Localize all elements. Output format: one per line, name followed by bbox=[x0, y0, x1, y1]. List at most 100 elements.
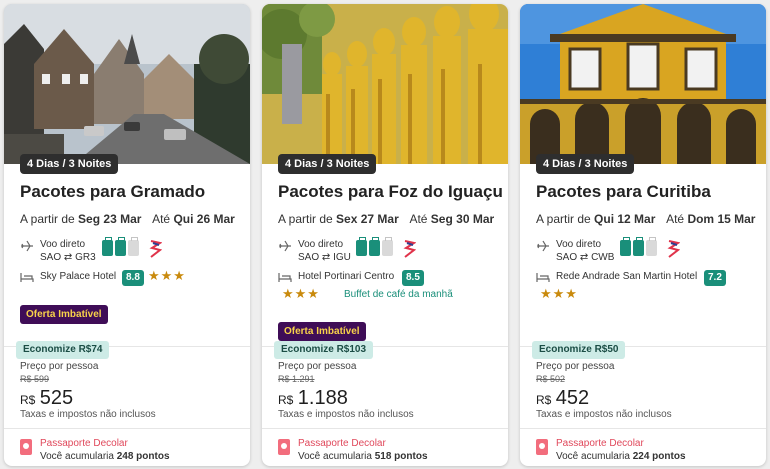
divider bbox=[520, 428, 766, 429]
round-trip-arrows-icon: ⇄ bbox=[321, 252, 331, 263]
route: SAO ⇄ IGU bbox=[298, 251, 351, 264]
plane-icon bbox=[537, 240, 549, 252]
hotel-name[interactable]: Sky Palace Hotel bbox=[40, 271, 116, 282]
origin-code: SAO bbox=[556, 252, 578, 263]
flight-type: Voo direto bbox=[298, 239, 344, 250]
price-label: Preço por pessoa bbox=[278, 361, 357, 372]
destination-code: GR3 bbox=[75, 252, 96, 263]
luggage-icon bbox=[369, 237, 380, 256]
divider bbox=[4, 428, 250, 429]
hotel-stars: ★★★ bbox=[540, 286, 578, 301]
bed-icon bbox=[20, 273, 34, 282]
price-value: 1.188 bbox=[297, 387, 348, 409]
destination-code: CWB bbox=[591, 252, 615, 263]
passport-text: Você acumularia bbox=[298, 451, 372, 462]
card-body: Pacotes para Gramado A partir de Seg 23 … bbox=[20, 182, 238, 324]
round-trip-arrows-icon: ⇄ bbox=[63, 252, 73, 263]
price-value: 452 bbox=[555, 387, 590, 409]
date-range: A partir de Seg 23 Mar Até Qui 26 Mar bbox=[20, 212, 238, 226]
flight-type: Voo direto bbox=[40, 239, 86, 250]
package-title[interactable]: Pacotes para Gramado bbox=[20, 182, 238, 202]
currency: R$ bbox=[20, 393, 36, 407]
passport-title: Passaporte Decolar bbox=[556, 438, 644, 449]
bed-icon bbox=[536, 273, 550, 282]
promo-badge: Oferta Imbatível bbox=[20, 305, 108, 324]
baggage-icons bbox=[356, 237, 393, 258]
flight-info: Voo direto SAO ⇄ CWB bbox=[536, 237, 754, 264]
until-label: Até bbox=[666, 212, 685, 226]
price-label: Preço por pessoa bbox=[536, 361, 615, 372]
luggage-icon bbox=[115, 237, 126, 256]
passport-points: Você acumularia 224 pontos bbox=[556, 451, 686, 462]
route: SAO ⇄ CWB bbox=[556, 251, 614, 264]
package-card-gramado[interactable]: 4 Dias / 3 Noites Pacotes para Gramado A… bbox=[4, 4, 250, 466]
package-card-curitiba[interactable]: 4 Dias / 3 Noites Pacotes para Curitiba … bbox=[520, 4, 766, 466]
luggage-icon bbox=[646, 237, 657, 256]
points-value: 248 pontos bbox=[116, 451, 170, 462]
passport-title: Passaporte Decolar bbox=[40, 438, 128, 449]
price-value: 525 bbox=[39, 387, 74, 409]
package-title[interactable]: Pacotes para Curitiba bbox=[536, 182, 754, 202]
saving-badge: Economize R$74 bbox=[16, 341, 110, 359]
hotel-name[interactable]: Rede Andrade San Martin Hotel bbox=[556, 271, 697, 282]
date-range: A partir de Qui 12 Mar Até Dom 15 Mar bbox=[536, 212, 755, 226]
duration-badge: 4 Dias / 3 Noites bbox=[536, 154, 635, 174]
taxes-note: Taxas e impostos não inclusos bbox=[278, 409, 414, 420]
flight-info: Voo direto SAO ⇄ IGU bbox=[278, 237, 496, 264]
airline-logo-icon bbox=[403, 240, 416, 258]
baggage-icons bbox=[102, 237, 139, 258]
origin-code: SAO bbox=[298, 252, 320, 263]
points-value: 224 pontos bbox=[632, 451, 686, 462]
price-label: Preço por pessoa bbox=[20, 361, 99, 372]
old-price: R$ 1.291 bbox=[278, 374, 315, 384]
card-body: Pacotes para Curitiba A partir de Qui 12… bbox=[536, 182, 755, 301]
date-range: A partir de Sex 27 Mar Até Seg 30 Mar bbox=[278, 212, 496, 226]
flight-text: Voo direto SAO ⇄ GR3 bbox=[40, 238, 96, 264]
from-label: A partir de bbox=[20, 212, 75, 226]
passport-icon bbox=[20, 439, 32, 455]
duration-badge: 4 Dias / 3 Noites bbox=[278, 154, 377, 174]
round-trip-arrows-icon: ⇄ bbox=[579, 252, 589, 263]
origin-code: SAO bbox=[40, 252, 62, 263]
from-label: A partir de bbox=[278, 212, 333, 226]
destination-photo-foz-do-iguacu[interactable] bbox=[262, 4, 508, 164]
plane-icon bbox=[279, 240, 291, 252]
passport-title: Passaporte Decolar bbox=[298, 438, 386, 449]
package-cards: 4 Dias / 3 Noites Pacotes para Gramado A… bbox=[0, 0, 770, 469]
route: SAO ⇄ GR3 bbox=[40, 251, 96, 264]
from-date: Sex 27 Mar bbox=[336, 212, 399, 226]
price: R$ 1.188 bbox=[278, 387, 348, 410]
luggage-icon bbox=[128, 237, 139, 256]
currency: R$ bbox=[278, 393, 294, 407]
flight-text: Voo direto SAO ⇄ IGU bbox=[298, 238, 351, 264]
passport-text: Você acumularia bbox=[40, 451, 114, 462]
hotel-score: 7.2 bbox=[704, 270, 726, 286]
package-card-foz-do-iguacu[interactable]: 4 Dias / 3 Noites Pacotes para Foz do Ig… bbox=[262, 4, 508, 466]
destination-photo-gramado[interactable] bbox=[4, 4, 250, 164]
destination-photo-curitiba[interactable] bbox=[520, 4, 766, 164]
passport-icon bbox=[536, 439, 548, 455]
airline-logo-icon bbox=[667, 240, 680, 258]
saving-badge: Economize R$50 bbox=[532, 341, 626, 359]
luggage-icon bbox=[102, 237, 113, 256]
duration-badge: 4 Dias / 3 Noites bbox=[20, 154, 119, 174]
old-price: R$ 599 bbox=[20, 374, 50, 384]
meal-plan: Buffet de café da manhã bbox=[344, 289, 453, 300]
taxes-note: Taxas e impostos não inclusos bbox=[20, 409, 156, 420]
package-title[interactable]: Pacotes para Foz do Iguaçu bbox=[278, 182, 503, 202]
hotel-name[interactable]: Hotel Portinari Centro bbox=[298, 271, 394, 282]
points-value: 518 pontos bbox=[374, 451, 428, 462]
passport-points: Você acumularia 518 pontos bbox=[298, 451, 428, 462]
bed-icon bbox=[278, 273, 292, 282]
luggage-icon bbox=[633, 237, 644, 256]
from-date: Qui 12 Mar bbox=[594, 212, 656, 226]
from-date: Seg 23 Mar bbox=[78, 212, 142, 226]
hotel-score: 8.5 bbox=[402, 270, 424, 286]
saving-badge: Economize R$103 bbox=[274, 341, 374, 359]
price: R$ 452 bbox=[536, 387, 589, 410]
until-date: Qui 26 Mar bbox=[173, 212, 235, 226]
passport-icon bbox=[278, 439, 290, 455]
hotel-stars: ★★★ bbox=[148, 268, 186, 283]
passport-points: Você acumularia 248 pontos bbox=[40, 451, 170, 462]
promo-badge: Oferta Imbatível bbox=[278, 322, 366, 341]
